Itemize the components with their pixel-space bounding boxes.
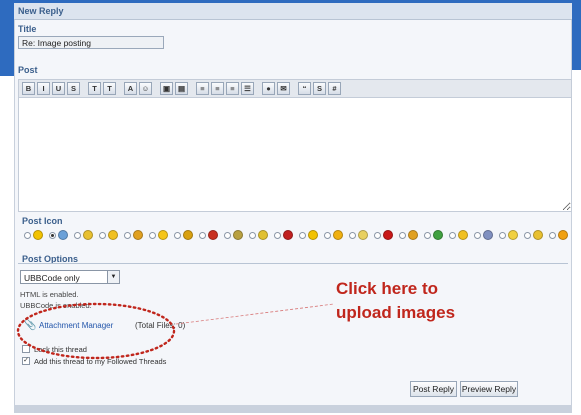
media-button[interactable]: ▤ <box>175 82 188 95</box>
annotation-line-2: upload images <box>336 303 456 322</box>
list-button[interactable]: ☰ <box>241 82 254 95</box>
text-size-button[interactable]: T <box>103 82 116 95</box>
code-button[interactable]: # <box>328 82 341 95</box>
post-icon-smiley <box>233 230 243 240</box>
title-label: Title <box>18 24 37 34</box>
underline-button[interactable]: U <box>52 82 65 95</box>
post-icon-radio[interactable] <box>424 232 431 239</box>
blue-frame-left <box>0 0 14 70</box>
bold-button[interactable]: B <box>22 82 35 95</box>
link-button[interactable]: ● <box>262 82 275 95</box>
new-reply-header: New Reply <box>14 3 572 20</box>
markup-select[interactable]: UBBCode only ▼ <box>20 270 120 284</box>
smiley-button[interactable]: ☺ <box>139 82 152 95</box>
post-icon-smiley <box>183 230 193 240</box>
align-right-button[interactable]: ≡ <box>226 82 239 95</box>
editor-toolbar: B I U S T T A ☺ ▣ ▤ ≡ ≡ ≡ ☰ ● ✉ “S # <box>18 79 572 98</box>
post-icon-smiley <box>533 230 543 240</box>
post-icon-radio[interactable] <box>49 232 56 239</box>
bottom-strip <box>14 405 572 413</box>
email-button[interactable]: ✉ <box>277 82 290 95</box>
post-icon-smiley <box>83 230 93 240</box>
markup-select-value: UBBCode only <box>24 273 80 283</box>
upload-annotation: Click here to upload images <box>336 277 455 325</box>
post-icon-radio[interactable] <box>299 232 306 239</box>
post-icon-radio[interactable] <box>374 232 381 239</box>
post-icon-smiley <box>308 230 318 240</box>
post-icon-radio[interactable] <box>474 232 481 239</box>
post-icon-radio[interactable] <box>499 232 506 239</box>
post-icon-smiley <box>433 230 443 240</box>
align-center-button[interactable]: ≡ <box>211 82 224 95</box>
post-icon-radio[interactable] <box>399 232 406 239</box>
post-icon-smiley <box>408 230 418 240</box>
html-status: HTML is enabled. <box>20 290 79 299</box>
attachment-callout-ellipse <box>16 302 176 360</box>
spoiler-button[interactable]: S <box>313 82 326 95</box>
post-icon-radio[interactable] <box>549 232 556 239</box>
post-icon-radio[interactable] <box>449 232 456 239</box>
post-icon-smiley <box>33 230 43 240</box>
post-icon-smiley <box>258 230 268 240</box>
post-icon-smiley <box>483 230 493 240</box>
chevron-down-icon[interactable]: ▼ <box>107 271 119 283</box>
post-icon-smiley <box>283 230 293 240</box>
post-icon-smiley <box>58 230 68 240</box>
text-button[interactable]: T <box>88 82 101 95</box>
align-left-button[interactable]: ≡ <box>196 82 209 95</box>
post-icon-radio[interactable] <box>74 232 81 239</box>
annotation-line-1: Click here to <box>336 279 439 298</box>
post-icon-smiley <box>158 230 168 240</box>
post-icon-smiley <box>358 230 368 240</box>
post-icon-smiley <box>458 230 468 240</box>
post-icon-row <box>24 230 572 242</box>
preview-reply-button[interactable]: Preview Reply <box>460 381 518 397</box>
color-button[interactable]: A <box>124 82 137 95</box>
post-icon-radio[interactable] <box>99 232 106 239</box>
post-reply-button[interactable]: Post Reply <box>410 381 457 397</box>
post-icon-radio[interactable] <box>324 232 331 239</box>
post-icon-radio[interactable] <box>249 232 256 239</box>
post-icon-radio[interactable] <box>224 232 231 239</box>
post-label: Post <box>18 65 38 75</box>
post-icon-radio[interactable] <box>174 232 181 239</box>
post-icon-smiley <box>133 230 143 240</box>
post-icon-smiley <box>208 230 218 240</box>
title-input[interactable] <box>18 36 164 49</box>
post-icon-smiley <box>508 230 518 240</box>
post-icon-radio[interactable] <box>349 232 356 239</box>
post-icon-smiley <box>108 230 118 240</box>
image-button[interactable]: ▣ <box>160 82 173 95</box>
post-icon-smiley <box>333 230 343 240</box>
post-icon-smiley <box>558 230 568 240</box>
post-body-editor[interactable] <box>18 98 572 212</box>
post-icon-label: Post Icon <box>22 216 63 226</box>
page-title: New Reply <box>18 6 64 16</box>
post-icon-smiley <box>383 230 393 240</box>
post-icon-radio[interactable] <box>149 232 156 239</box>
quote-button[interactable]: “ <box>298 82 311 95</box>
blue-frame-right <box>572 0 581 70</box>
strike-button[interactable]: S <box>67 82 80 95</box>
post-icon-radio[interactable] <box>24 232 31 239</box>
post-options-divider <box>18 263 568 264</box>
post-icon-radio[interactable] <box>199 232 206 239</box>
post-icon-radio[interactable] <box>274 232 281 239</box>
post-icon-radio[interactable] <box>124 232 131 239</box>
post-icon-radio[interactable] <box>524 232 531 239</box>
italic-button[interactable]: I <box>37 82 50 95</box>
